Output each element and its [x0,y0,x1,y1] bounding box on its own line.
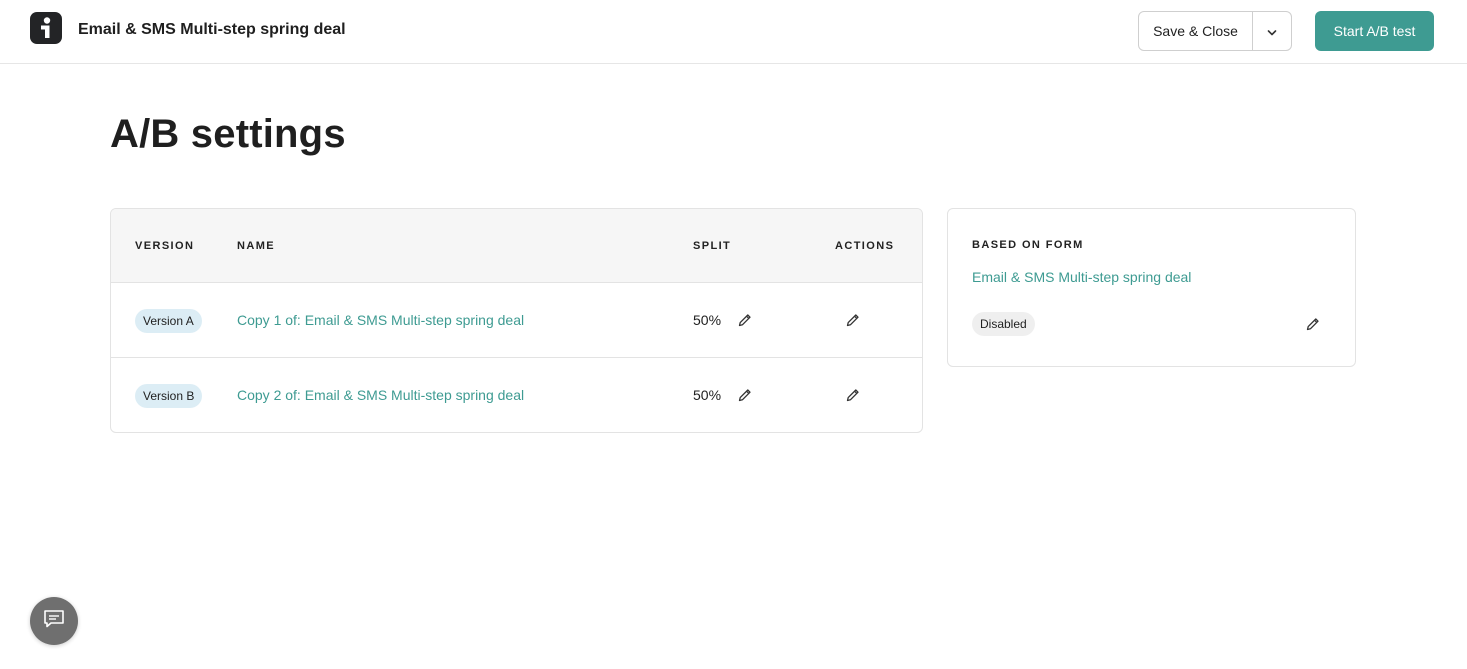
version-name-link[interactable]: Copy 2 of: Email & SMS Multi-step spring… [237,387,524,403]
save-options-dropdown[interactable] [1253,12,1291,50]
edit-version-pencil-icon[interactable] [843,310,863,330]
split-value: 50% [693,387,722,403]
chat-icon [43,609,65,634]
based-on-form-label: BASED ON FORM [972,239,1084,251]
edit-version-pencil-icon[interactable] [843,385,863,405]
split-value: 50% [693,312,722,328]
version-badge: Version B [135,384,203,408]
column-header-name: NAME [237,240,275,252]
app-title: Email & SMS Multi-step spring deal [78,21,346,38]
edit-form-pencil-icon[interactable] [1303,314,1323,334]
table-row: Version A Copy 1 of: Email & SMS Multi-s… [111,283,922,358]
version-name-link[interactable]: Copy 1 of: Email & SMS Multi-step spring… [237,312,524,328]
status-badge: Disabled [972,312,1035,336]
column-header-actions: ACTIONS [835,240,895,252]
start-ab-test-button[interactable]: Start A/B test [1315,11,1434,51]
based-on-form-link[interactable]: Email & SMS Multi-step spring deal [972,269,1191,285]
column-header-version: VERSION [135,240,195,252]
table-header: VERSION NAME SPLIT ACTIONS [111,209,922,283]
version-badge: Version A [135,309,202,333]
edit-split-pencil-icon[interactable] [735,385,755,405]
top-bar: Email & SMS Multi-step spring deal Save … [0,0,1467,64]
edit-split-pencil-icon[interactable] [735,310,755,330]
chat-button[interactable] [30,597,78,645]
table-row: Version B Copy 2 of: Email & SMS Multi-s… [111,358,922,432]
save-close-button[interactable]: Save & Close [1139,12,1253,50]
chevron-down-icon [1267,24,1277,39]
save-close-group: Save & Close [1138,11,1292,51]
brand-logo-icon[interactable] [30,12,62,44]
column-header-split: SPLIT [693,240,732,252]
versions-table: VERSION NAME SPLIT ACTIONS Version A Cop… [110,208,923,433]
page-title: A/B settings [110,112,346,156]
based-on-form-card: BASED ON FORM Email & SMS Multi-step spr… [947,208,1356,367]
